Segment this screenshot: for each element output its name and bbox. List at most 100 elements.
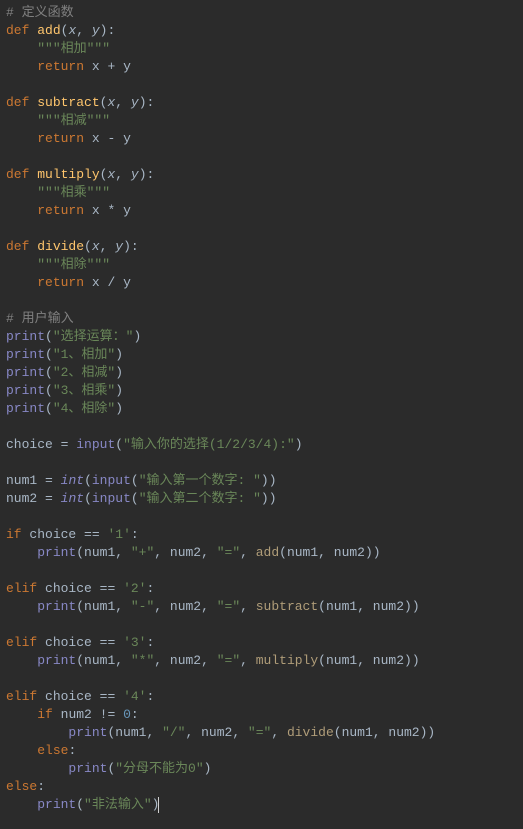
code-line[interactable] [6,454,517,472]
identifier: y [123,131,131,146]
code-line[interactable]: """相加""" [6,40,517,58]
builtin-print: print [37,653,76,668]
builtin-print: print [6,347,45,362]
code-line[interactable] [6,670,517,688]
code-line[interactable]: # 定义函数 [6,4,517,22]
identifier-choice: choice [6,437,53,452]
keyword-if: if [6,527,22,542]
identifier: num2 [170,599,201,614]
identifier: choice [29,527,76,542]
string-literal: "4、相除" [53,401,115,416]
code-line[interactable]: if choice == '1': [6,526,517,544]
string-literal: "=" [217,545,240,560]
string-literal: "输入第二个数字: " [139,491,261,506]
code-line[interactable] [6,292,517,310]
code-line[interactable]: elif choice == '2': [6,580,517,598]
call-divide: divide [287,725,334,740]
code-line[interactable] [6,418,517,436]
code-line[interactable]: # 用户输入 [6,310,517,328]
operator-plus: + [107,59,115,74]
code-line[interactable]: print(num1, "-", num2, "=", subtract(num… [6,598,517,616]
string-literal: '4' [123,689,146,704]
comment: # 定义函数 [6,5,74,20]
identifier: num2 [334,545,365,560]
code-line[interactable]: return x / y [6,274,517,292]
operator-minus: - [107,131,115,146]
identifier: num1 [287,545,318,560]
string-literal: "分母不能为0" [115,761,203,776]
code-line[interactable]: print("分母不能为0") [6,760,517,778]
code-line[interactable]: print("2、相减") [6,364,517,382]
code-line[interactable]: def add(x, y): [6,22,517,40]
keyword-elif: elif [6,581,37,596]
code-line[interactable]: def multiply(x, y): [6,166,517,184]
code-line[interactable]: else: [6,778,517,796]
code-line[interactable] [6,562,517,580]
identifier: num1 [326,653,357,668]
identifier: num2 [388,725,419,740]
identifier: choice [45,689,92,704]
code-line[interactable]: num1 = int(input("输入第一个数字: ")) [6,472,517,490]
docstring: """相减""" [37,113,110,128]
param-y: y [131,167,139,182]
builtin-int: int [61,491,84,506]
code-line[interactable]: """相乘""" [6,184,517,202]
code-line[interactable]: print(num1, "+", num2, "=", add(num1, nu… [6,544,517,562]
code-line[interactable]: choice = input("输入你的选择(1/2/3/4):") [6,436,517,454]
code-line[interactable] [6,616,517,634]
code-line[interactable]: print("4、相除") [6,400,517,418]
code-line[interactable]: """相除""" [6,256,517,274]
code-line[interactable]: return x * y [6,202,517,220]
builtin-print: print [37,797,76,812]
code-line[interactable]: print(num1, "*", num2, "=", multiply(num… [6,652,517,670]
code-line[interactable]: """相减""" [6,112,517,130]
string-literal: "非法输入" [84,797,152,812]
code-line[interactable]: elif choice == '3': [6,634,517,652]
fn-divide-name: divide [37,239,84,254]
string-literal: "=" [217,599,240,614]
code-line[interactable]: print("非法输入") [6,796,517,814]
code-line[interactable] [6,76,517,94]
keyword-def: def [6,239,29,254]
code-line[interactable]: print(num1, "/", num2, "=", divide(num1,… [6,724,517,742]
code-line[interactable] [6,148,517,166]
identifier: num1 [84,653,115,668]
keyword-return: return [37,131,84,146]
code-line[interactable] [6,220,517,238]
code-line[interactable]: return x - y [6,130,517,148]
keyword-return: return [37,59,84,74]
fn-subtract-name: subtract [37,95,99,110]
builtin-print: print [37,599,76,614]
param-y: y [115,239,123,254]
code-line[interactable]: num2 = int(input("输入第二个数字: ")) [6,490,517,508]
code-line[interactable]: def divide(x, y): [6,238,517,256]
builtin-print: print [6,401,45,416]
code-line[interactable]: print("选择运算：") [6,328,517,346]
code-line[interactable]: elif choice == '4': [6,688,517,706]
code-line[interactable]: if num2 != 0: [6,706,517,724]
string-literal: "1、相加" [53,347,115,362]
keyword-if: if [37,707,53,722]
code-line[interactable]: print("3、相乘") [6,382,517,400]
builtin-print: print [6,383,45,398]
identifier: num1 [326,599,357,614]
docstring: """相除""" [37,257,110,272]
code-line[interactable]: print("1、相加") [6,346,517,364]
text-cursor-icon [158,797,159,813]
code-line[interactable]: else: [6,742,517,760]
builtin-print: print [68,761,107,776]
param-y: y [131,95,139,110]
identifier: num2 [170,653,201,668]
builtin-input: input [92,491,131,506]
code-line[interactable] [6,508,517,526]
identifier: num2 [170,545,201,560]
code-line[interactable]: return x + y [6,58,517,76]
string-literal: "输入第一个数字: " [139,473,261,488]
identifier: x [92,131,100,146]
string-literal: "2、相减" [53,365,115,380]
identifier: num2 [201,725,232,740]
code-line[interactable]: def subtract(x, y): [6,94,517,112]
identifier: x [92,275,100,290]
docstring: """相加""" [37,41,110,56]
string-literal: '1' [107,527,130,542]
